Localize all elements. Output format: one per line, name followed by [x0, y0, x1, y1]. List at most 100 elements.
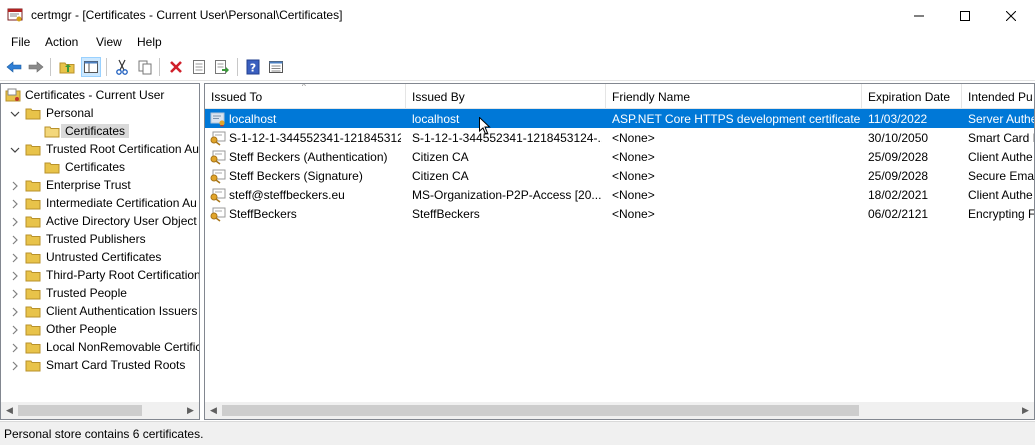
folder-icon: [25, 321, 41, 337]
menu-bar: File Action View Help: [0, 31, 1035, 53]
up-one-level-button[interactable]: [57, 57, 77, 77]
console-tree-button[interactable]: [266, 57, 286, 77]
certificate-key-icon: [210, 168, 226, 184]
tree-item-local-nonremovable[interactable]: Local NonRemovable Certific: [1, 338, 199, 356]
maximize-button[interactable]: [942, 0, 988, 31]
svg-text:?: ?: [250, 62, 256, 75]
show-hide-tree-icon: [84, 61, 98, 73]
chevron-right-icon[interactable]: [10, 306, 20, 317]
copy-button[interactable]: [135, 57, 155, 77]
chevron-right-icon[interactable]: [10, 180, 20, 191]
console-icon: [269, 61, 283, 73]
scroll-left-icon[interactable]: ◀: [1, 402, 18, 419]
export-icon: [215, 60, 229, 74]
folder-icon: [25, 357, 41, 373]
toolbar: ?: [0, 53, 1035, 81]
tree-item-client-auth-issuers[interactable]: Client Authentication Issuers: [1, 302, 199, 320]
chevron-down-icon[interactable]: [10, 144, 20, 154]
table-row[interactable]: Steff Beckers (Signature) Citizen CA <No…: [205, 166, 1034, 185]
close-button[interactable]: [988, 0, 1034, 31]
tree-item-trusted-people[interactable]: Trusted People: [1, 284, 199, 302]
cut-button[interactable]: [112, 57, 132, 77]
certificate-key-icon: [210, 187, 226, 203]
tree-item-smart-card-roots[interactable]: Smart Card Trusted Roots: [1, 356, 199, 374]
forward-button[interactable]: [26, 57, 46, 77]
certmgr-app-icon[interactable]: [7, 7, 23, 23]
mouse-cursor-icon: [479, 116, 491, 135]
folder-icon: [25, 339, 41, 355]
table-row[interactable]: localhost localhost ASP.NET Core HTTPS d…: [205, 109, 1034, 128]
chevron-right-icon[interactable]: [10, 234, 20, 245]
tree-item-trusted-root[interactable]: Trusted Root Certification Au: [1, 140, 199, 158]
certificate-store-icon: [5, 87, 21, 103]
back-arrow-icon: [6, 61, 22, 73]
scroll-left-icon[interactable]: ◀: [205, 402, 222, 419]
help-button[interactable]: ?: [243, 57, 263, 77]
tree-item-other-people[interactable]: Other People: [1, 320, 199, 338]
chevron-right-icon[interactable]: [10, 198, 20, 209]
folder-icon: [25, 267, 41, 283]
tree-item-personal[interactable]: Personal: [1, 104, 199, 122]
tree-item-untrusted[interactable]: Untrusted Certificates: [1, 248, 199, 266]
column-expiration-date[interactable]: Expiration Date: [862, 84, 962, 108]
maximize-icon: [960, 10, 970, 21]
tree-scroll-thumb[interactable]: [18, 405, 142, 416]
table-row[interactable]: steff@steffbeckers.eu MS-Organization-P2…: [205, 185, 1034, 204]
table-row[interactable]: Steff Beckers (Authentication) Citizen C…: [205, 147, 1034, 166]
status-bar: Personal store contains 6 certificates.: [0, 421, 1035, 445]
minimize-button[interactable]: [896, 0, 942, 31]
table-row[interactable]: SteffBeckers SteffBeckers <None> 06/02/2…: [205, 204, 1034, 223]
menu-file[interactable]: File: [11, 35, 30, 49]
certificate-key-icon: [210, 130, 226, 146]
certificate-list[interactable]: Issued To ^ Issued By Friendly Name Expi…: [204, 83, 1035, 420]
folder-icon: [44, 159, 60, 175]
chevron-right-icon[interactable]: [10, 270, 20, 281]
chevron-right-icon[interactable]: [10, 216, 20, 227]
column-issued-by[interactable]: Issued By: [406, 84, 606, 108]
console-tree[interactable]: Certificates - Current User Personal Cer…: [0, 83, 200, 420]
back-button[interactable]: [4, 57, 24, 77]
certificate-key-icon: [210, 149, 226, 165]
column-issued-to[interactable]: Issued To ^: [205, 84, 406, 108]
tree-item-active-directory[interactable]: Active Directory User Object: [1, 212, 199, 230]
tree-item-personal-certificates[interactable]: Certificates: [1, 122, 199, 140]
column-intended-purposes[interactable]: Intended Pu: [962, 84, 1034, 108]
tree-item-enterprise-trust[interactable]: Enterprise Trust: [1, 176, 199, 194]
chevron-right-icon[interactable]: [10, 324, 20, 335]
export-list-button[interactable]: [212, 57, 232, 77]
show-hide-tree-button[interactable]: [81, 57, 101, 77]
column-friendly-name[interactable]: Friendly Name: [606, 84, 862, 108]
tree-item-trusted-publishers[interactable]: Trusted Publishers: [1, 230, 199, 248]
folder-icon: [25, 105, 41, 121]
list-header: Issued To ^ Issued By Friendly Name Expi…: [205, 84, 1034, 109]
list-horizontal-scrollbar[interactable]: ◀ ▶: [205, 402, 1034, 419]
chevron-right-icon[interactable]: [10, 252, 20, 263]
menu-help[interactable]: Help: [137, 35, 162, 49]
folder-icon: [25, 285, 41, 301]
chevron-right-icon[interactable]: [10, 288, 20, 299]
delete-button[interactable]: [166, 57, 186, 77]
forward-arrow-icon: [28, 61, 44, 73]
scroll-right-icon[interactable]: ▶: [1017, 402, 1034, 419]
folder-icon: [25, 177, 41, 193]
tree-item-intermediate-ca[interactable]: Intermediate Certification Au: [1, 194, 199, 212]
scroll-right-icon[interactable]: ▶: [182, 402, 199, 419]
menu-action[interactable]: Action: [45, 35, 78, 49]
folder-icon: [25, 231, 41, 247]
folder-icon: [25, 213, 41, 229]
tree-item-trusted-root-certificates[interactable]: Certificates: [1, 158, 199, 176]
list-scroll-thumb[interactable]: [222, 405, 859, 416]
tree-item-root[interactable]: Certificates - Current User: [1, 86, 199, 104]
tree-horizontal-scrollbar[interactable]: ◀ ▶: [1, 402, 199, 419]
chevron-right-icon[interactable]: [10, 360, 20, 371]
window-title: certmgr - [Certificates - Current User\P…: [31, 8, 343, 22]
chevron-down-icon[interactable]: [10, 108, 20, 118]
menu-view[interactable]: View: [96, 35, 122, 49]
tree-item-third-party-root[interactable]: Third-Party Root Certification: [1, 266, 199, 284]
chevron-right-icon[interactable]: [10, 342, 20, 353]
properties-button[interactable]: [189, 57, 209, 77]
help-icon: ?: [246, 59, 260, 75]
folder-icon: [25, 141, 41, 157]
close-icon: [1006, 10, 1016, 21]
table-row[interactable]: S-1-12-1-344552341-121845312... S-1-12-1…: [205, 128, 1034, 147]
